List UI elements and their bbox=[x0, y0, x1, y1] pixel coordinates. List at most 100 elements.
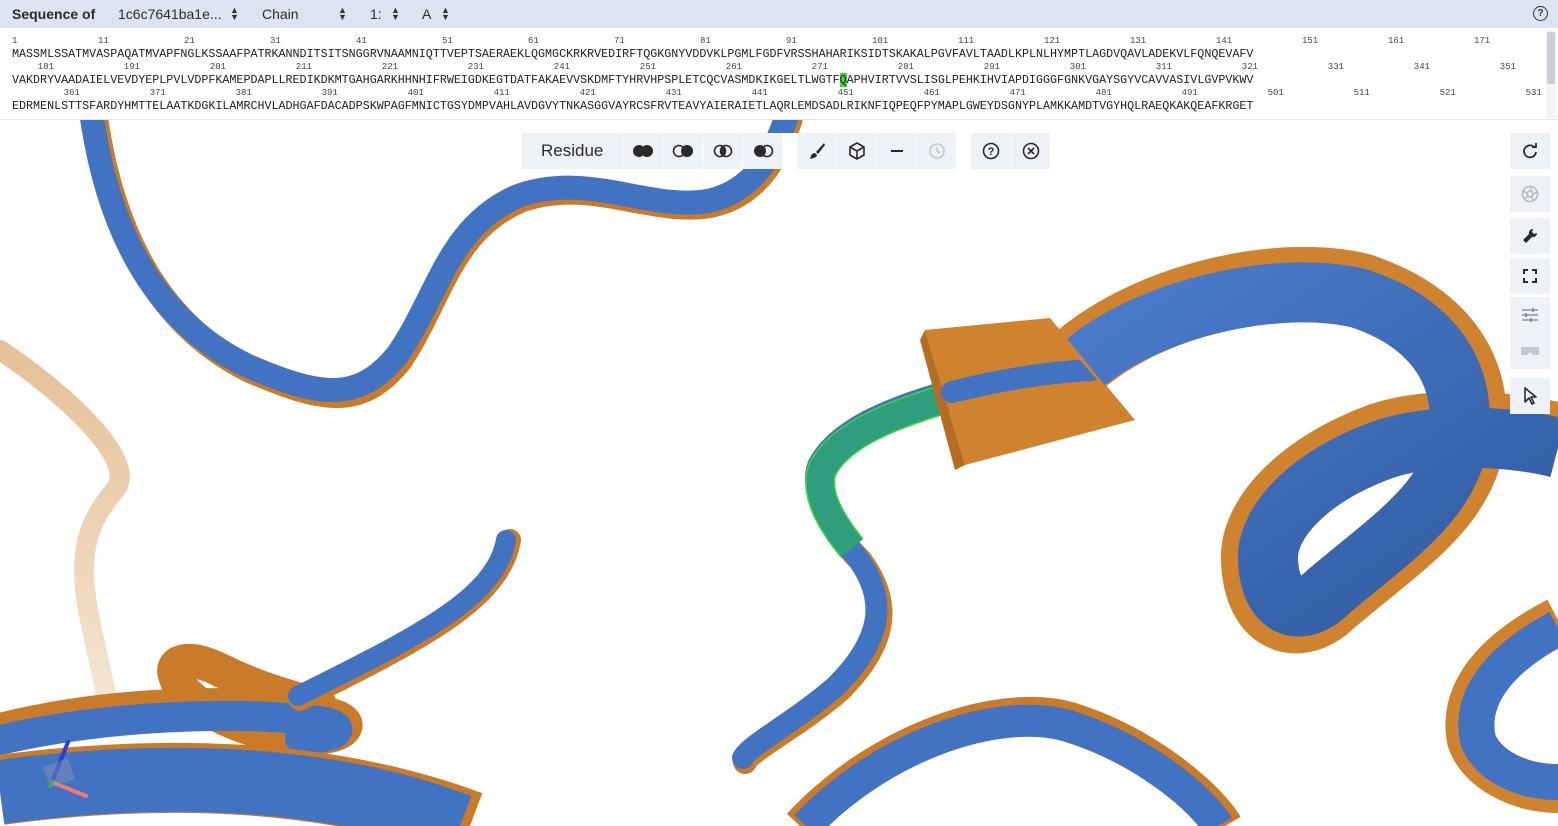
residue-number: 531 bbox=[1525, 88, 1542, 98]
select-arrows-icon: ▲ ▼ bbox=[230, 5, 239, 22]
select-subtract-button[interactable] bbox=[742, 133, 782, 169]
cube-icon bbox=[849, 142, 865, 160]
sliders-icon bbox=[1522, 308, 1538, 322]
remove-button[interactable] bbox=[876, 133, 916, 169]
residue-number: 261 bbox=[725, 62, 742, 72]
chain-select-value: A bbox=[422, 6, 432, 22]
entity-select[interactable]: 1c6c7641ba1e... ▲ ▼ bbox=[118, 6, 239, 23]
sequence-help-icon[interactable]: ? bbox=[1533, 6, 1548, 21]
residue-numbers: 181 191 201 211 221 231 241 251 261 271 281 291 301 3… bbox=[12, 62, 1542, 72]
residue-number: 451 bbox=[837, 88, 854, 98]
selection-mode-button[interactable] bbox=[1510, 378, 1550, 414]
3d-viewport[interactable] bbox=[0, 120, 1558, 826]
residue-sequence[interactable]: MASSMLSSATMVASPAQATMVAPFNGLKSSAAFPATRKAN… bbox=[12, 46, 1542, 62]
residue-number: 201 bbox=[209, 62, 226, 72]
residue-number: 491 bbox=[1181, 88, 1198, 98]
help-button[interactable]: ? bbox=[970, 133, 1010, 169]
sequence-scrollbar-thumb[interactable] bbox=[1547, 32, 1555, 84]
sequence-text[interactable]: APHVIRTVVSLISGLPEHKIHVIAPDIGGGFGNKVGAYSG… bbox=[847, 73, 1254, 87]
history-button[interactable] bbox=[916, 133, 956, 169]
selected-residue[interactable]: Q bbox=[839, 73, 847, 87]
type-select[interactable]: Chain ▲ ▼ bbox=[262, 6, 347, 23]
residue-number: 51 bbox=[442, 36, 453, 46]
sequence-text[interactable]: EDRMENLSTTSFARDYHMTTELAATKDGKILAMRCHVLAD… bbox=[12, 99, 1253, 113]
reset-camera-button[interactable] bbox=[1510, 133, 1550, 169]
toolbar-gap bbox=[956, 133, 971, 169]
residue-number: 271 bbox=[811, 62, 828, 72]
residue-number: 281 bbox=[897, 62, 914, 72]
residue-number: 461 bbox=[923, 88, 940, 98]
residue-number: 241 bbox=[553, 62, 570, 72]
background-chain bbox=[0, 340, 130, 720]
screenshot-button[interactable] bbox=[1510, 176, 1550, 212]
help-circle-icon: ? bbox=[982, 142, 1000, 160]
selection-mode-label[interactable]: Residue bbox=[522, 133, 622, 169]
select-all-button[interactable] bbox=[622, 133, 662, 169]
molecule-canvas[interactable] bbox=[0, 120, 1558, 826]
residue-number: 301 bbox=[1069, 62, 1086, 72]
entity-select-value: 1c6c7641ba1e... bbox=[118, 6, 222, 22]
sequence-text[interactable]: MASSMLSSATMVASPAQATMVAPFNGLKSSAAFPATRKAN… bbox=[12, 47, 1253, 61]
select-intersect-button[interactable] bbox=[702, 133, 742, 169]
residue-number: 481 bbox=[1095, 88, 1112, 98]
residue-number: 41 bbox=[356, 36, 367, 46]
wrench-icon bbox=[1523, 228, 1538, 243]
residue-number: 321 bbox=[1241, 62, 1258, 72]
residue-sequence[interactable]: EDRMENLSTTSFARDYHMTTELAATKDGKILAMRCHVLAD… bbox=[12, 98, 1542, 114]
residue-number: 221 bbox=[381, 62, 398, 72]
residue-number: 311 bbox=[1155, 62, 1172, 72]
residue-number: 401 bbox=[407, 88, 424, 98]
sequence-panel: Sequence of 1c6c7641ba1e... ▲ ▼ Chain ▲ ▼ … bbox=[0, 0, 1558, 120]
residue-numbers: 1 11 21 31 41 51 61 71 81 91 101 111 121 131 141 151 161… bbox=[12, 36, 1542, 46]
residue-number: 251 bbox=[639, 62, 656, 72]
type-select-value: Chain bbox=[262, 6, 299, 22]
sequence-row-2: 181 191 201 211 221 231 241 251 261 271 281 291 301 3… bbox=[12, 62, 1542, 88]
two-filled-circles-icon bbox=[632, 145, 653, 157]
settings-button[interactable] bbox=[1510, 218, 1550, 254]
residue-number: 521 bbox=[1439, 88, 1456, 98]
residue-number: 31 bbox=[270, 36, 281, 46]
select-arrows-icon: ▲ ▼ bbox=[338, 5, 347, 22]
circle-union-icon bbox=[672, 144, 693, 158]
residue-number: 501 bbox=[1267, 88, 1284, 98]
sequence-text[interactable]: VAKDRYVAADAIELVEVDYEPLPVLVDPFKAMEPDAPLLR… bbox=[12, 73, 840, 87]
coil-center bbox=[732, 318, 1135, 774]
residue-number: 441 bbox=[751, 88, 768, 98]
sequence-row-3: 361 371 381 391 401 411 421 431 441 451 461 471 481 4… bbox=[12, 88, 1542, 114]
model-select-value: 1: bbox=[370, 6, 382, 22]
residue-number: 151 bbox=[1302, 36, 1319, 46]
camera-aperture-icon bbox=[1521, 185, 1539, 203]
color-button[interactable] bbox=[796, 133, 836, 169]
sequence-title: Sequence of bbox=[12, 6, 96, 22]
sequence-body: 1 11 21 31 41 51 61 71 81 91 101 111 121 131 141 151 161… bbox=[12, 36, 1542, 114]
controls-button[interactable] bbox=[1510, 297, 1550, 333]
residue-number: 431 bbox=[665, 88, 682, 98]
sequence-header: Sequence of 1c6c7641ba1e... ▲ ▼ Chain ▲ ▼ … bbox=[0, 0, 1558, 28]
residue-number: 231 bbox=[467, 62, 484, 72]
residue-numbers: 361 371 381 391 401 411 421 431 441 451 461 471 481 4… bbox=[12, 88, 1542, 98]
close-button[interactable] bbox=[1010, 133, 1050, 169]
residue-number: 361 bbox=[63, 88, 80, 98]
fullscreen-button[interactable] bbox=[1510, 258, 1550, 294]
residue-number: 81 bbox=[700, 36, 711, 46]
history-icon bbox=[929, 143, 945, 159]
sequence-row-1: 1 11 21 31 41 51 61 71 81 91 101 111 121 131 141 151 161… bbox=[12, 36, 1542, 62]
residue-number: 141 bbox=[1216, 36, 1233, 46]
model-select[interactable]: 1: ▲ ▼ bbox=[370, 6, 400, 23]
representation-button[interactable] bbox=[836, 133, 876, 169]
residue-number: 391 bbox=[321, 88, 338, 98]
vr-button[interactable] bbox=[1510, 333, 1550, 369]
residue-number: 91 bbox=[786, 36, 797, 46]
expand-icon bbox=[1523, 269, 1537, 283]
residue-number: 331 bbox=[1327, 62, 1344, 72]
select-add-button[interactable] bbox=[662, 133, 702, 169]
chain-select[interactable]: A ▲ ▼ bbox=[422, 6, 450, 23]
residue-number: 421 bbox=[579, 88, 596, 98]
residue-number: 381 bbox=[235, 88, 252, 98]
vr-goggles-icon bbox=[1521, 347, 1539, 355]
residue-number: 181 bbox=[37, 62, 54, 72]
residue-sequence[interactable]: VAKDRYVAADAIELVEVDYEPLPVLVDPFKAMEPDAPLLR… bbox=[12, 72, 1542, 88]
residue-number: 101 bbox=[872, 36, 889, 46]
cursor-icon bbox=[1524, 387, 1537, 405]
select-arrows-icon: ▲ ▼ bbox=[441, 5, 450, 22]
